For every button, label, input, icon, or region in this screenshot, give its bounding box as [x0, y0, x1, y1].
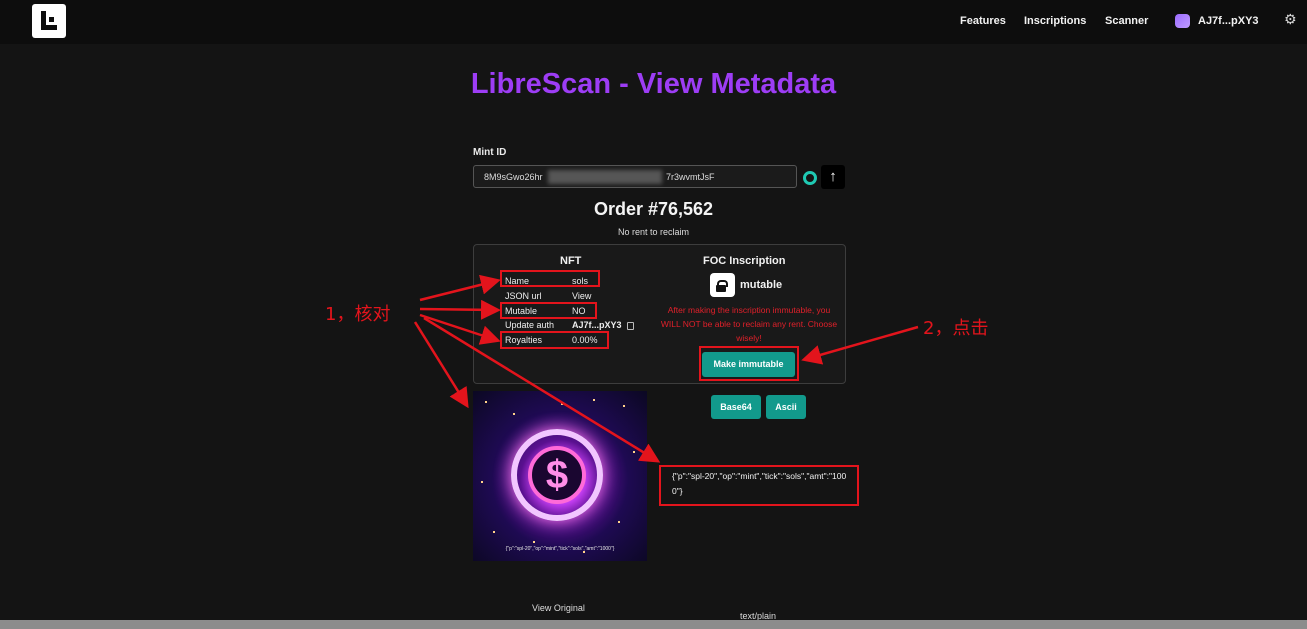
arrow-to-ascii: [423, 316, 661, 463]
arrow-to-make-immutable: [801, 325, 919, 365]
arrow-to-royalties: [419, 313, 501, 345]
arrow-to-mutable: [419, 299, 501, 320]
arrow-to-image: [413, 321, 469, 409]
arrow-to-name: [419, 274, 501, 302]
annotation-arrows: [413, 274, 919, 463]
